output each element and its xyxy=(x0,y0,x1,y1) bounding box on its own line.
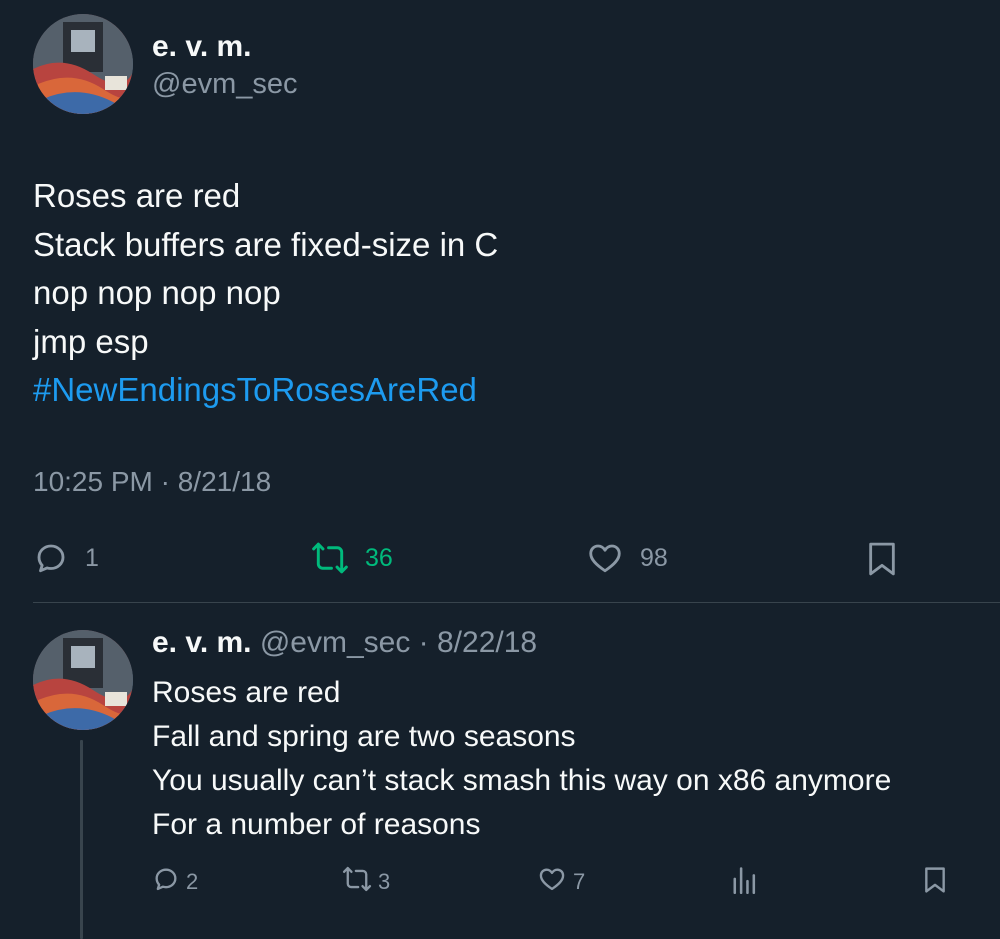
reply-reply-button[interactable]: 2 xyxy=(152,865,198,899)
bookmark-icon xyxy=(922,864,948,902)
reply-like-button[interactable]: 7 xyxy=(537,865,585,899)
reply-icon xyxy=(152,865,180,899)
reply-text-line: Fall and spring are two seasons xyxy=(152,720,576,753)
reply-button[interactable]: 1 xyxy=(33,540,99,576)
reply-retweet-button[interactable]: 3 xyxy=(342,865,390,899)
tweet-text-line: Stack buffers are fixed-size in C xyxy=(33,226,499,263)
tweet-text-line: jmp esp xyxy=(33,323,149,360)
reply-header: e. v. m. @evm_sec · 8/22/18 xyxy=(152,626,537,660)
reply-views-button[interactable] xyxy=(730,865,758,901)
reply-author-avatar[interactable] xyxy=(33,630,133,730)
reply-text-line: You usually can’t stack smash this way o… xyxy=(152,764,892,797)
thread-connector xyxy=(80,740,83,939)
bookmark-button[interactable] xyxy=(865,540,899,578)
reply-like-count: 7 xyxy=(573,869,586,894)
like-count: 98 xyxy=(640,543,668,572)
reply-reply-count: 2 xyxy=(186,869,199,894)
reply-author-name[interactable]: e. v. m. xyxy=(152,626,252,659)
reply-icon xyxy=(33,540,69,576)
retweet-icon xyxy=(342,865,372,899)
heart-icon xyxy=(586,540,624,576)
reply-retweet-count: 3 xyxy=(378,869,391,894)
like-button[interactable]: 98 xyxy=(586,540,668,576)
tweet-text-line: Roses are red xyxy=(33,177,241,214)
heart-icon xyxy=(537,865,567,899)
reply-text-line: For a number of reasons xyxy=(152,808,481,841)
retweet-count: 36 xyxy=(365,543,393,572)
retweet-button[interactable]: 36 xyxy=(311,540,393,576)
tweet-text-line: nop nop nop nop xyxy=(33,274,281,311)
reply-text-line: Roses are red xyxy=(152,676,341,709)
retweet-icon xyxy=(311,540,349,576)
reply-meta[interactable]: @evm_sec · 8/22/18 xyxy=(260,626,537,659)
author-handle[interactable]: @evm_sec xyxy=(152,68,297,101)
tweet-timestamp[interactable]: 10:25 PM · 8/21/18 xyxy=(33,466,271,498)
author-avatar[interactable] xyxy=(33,14,133,114)
reply-count: 1 xyxy=(85,543,99,572)
analytics-icon xyxy=(730,865,758,901)
divider xyxy=(33,602,1000,603)
author-name[interactable]: e. v. m. xyxy=(152,30,252,64)
hashtag-link[interactable]: #NewEndingsToRosesAreRed xyxy=(33,370,477,410)
reply-bookmark-button[interactable] xyxy=(922,864,948,902)
bookmark-icon xyxy=(865,540,899,578)
